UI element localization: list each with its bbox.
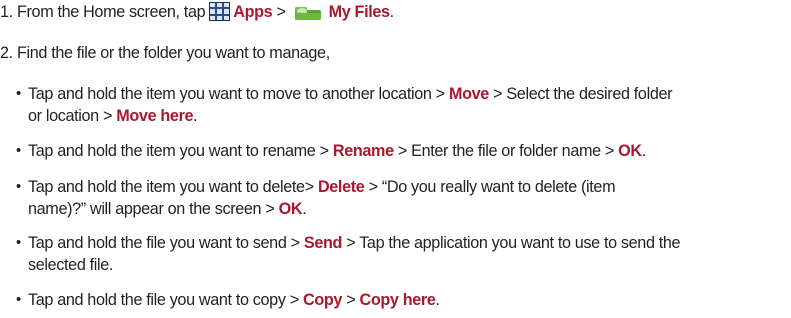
step-1-text: From the Home screen, tap [16,3,206,21]
apps-grid-icon [209,2,231,21]
bullet-move: • Tap and hold the item you want to move… [16,83,786,127]
move-here-keyword: Move here [116,107,194,125]
delete-text-2: > “Do you really want to delete (item [368,178,616,196]
move-text-1: Tap and hold the item you want to move t… [28,85,445,103]
rename-text-1: Tap and hold the item you want to rename… [28,142,329,160]
copy-keyword: Copy [302,291,343,309]
delete-text-3: name)?” will appear on the screen > [28,200,275,218]
delete-keyword: Delete [317,178,365,196]
step-2: 2. Find the file or the folder you want … [0,42,330,64]
apps-label: Apps [233,3,273,21]
delete-text-1: Tap and hold the item you want to delete… [28,178,314,196]
my-files-label: My Files [328,3,390,21]
copy-text-2: > [346,291,356,309]
send-text-2: > Tap the application you want to use to… [346,234,681,252]
step-1-number: 1. [0,3,13,21]
bullet-dot: • [16,142,21,159]
rename-end: . [641,142,647,160]
copy-text-1: Tap and hold the file you want to copy > [28,291,299,309]
instruction-document: 1. From the Home screen, tap Apps > My Fil… [0,0,791,318]
bullet-copy: • Tap and hold the file you want to copy… [16,289,786,311]
bullet-dot: • [16,85,21,102]
copy-end: . [435,291,441,309]
separator: > [276,3,286,21]
bullet-rename: • Tap and hold the item you want to rena… [16,140,786,162]
rename-text-2: > Enter the file or folder name > [397,142,615,160]
send-text-3: selected file. [28,256,114,274]
rename-keyword: Rename [332,142,394,160]
bullet-dot: • [16,291,21,308]
move-end: . [193,107,198,125]
send-keyword: Send [303,234,343,252]
step-2-number: 2. [0,44,13,62]
copy-here-keyword: Copy here [359,291,436,309]
step-1-end: . [389,3,395,21]
bullet-send: • Tap and hold the file you want to send… [16,232,786,276]
delete-end: . [302,200,307,218]
send-text-1: Tap and hold the file you want to send > [28,234,300,252]
move-text-3: or location > [28,107,113,125]
my-files-folder-icon [290,1,326,21]
move-text-2: > Select the desired folder [493,85,673,103]
bullet-dot: • [16,234,21,251]
ok-keyword: OK [618,142,642,160]
move-keyword: Move [448,85,489,103]
step-1: 1. From the Home screen, tap Apps > My Fil… [0,1,394,23]
bullet-delete: • Tap and hold the item you want to dele… [16,176,786,220]
bullet-dot: • [16,178,21,195]
step-2-text: Find the file or the folder you want to … [16,44,330,62]
ok-keyword: OK [278,200,303,218]
